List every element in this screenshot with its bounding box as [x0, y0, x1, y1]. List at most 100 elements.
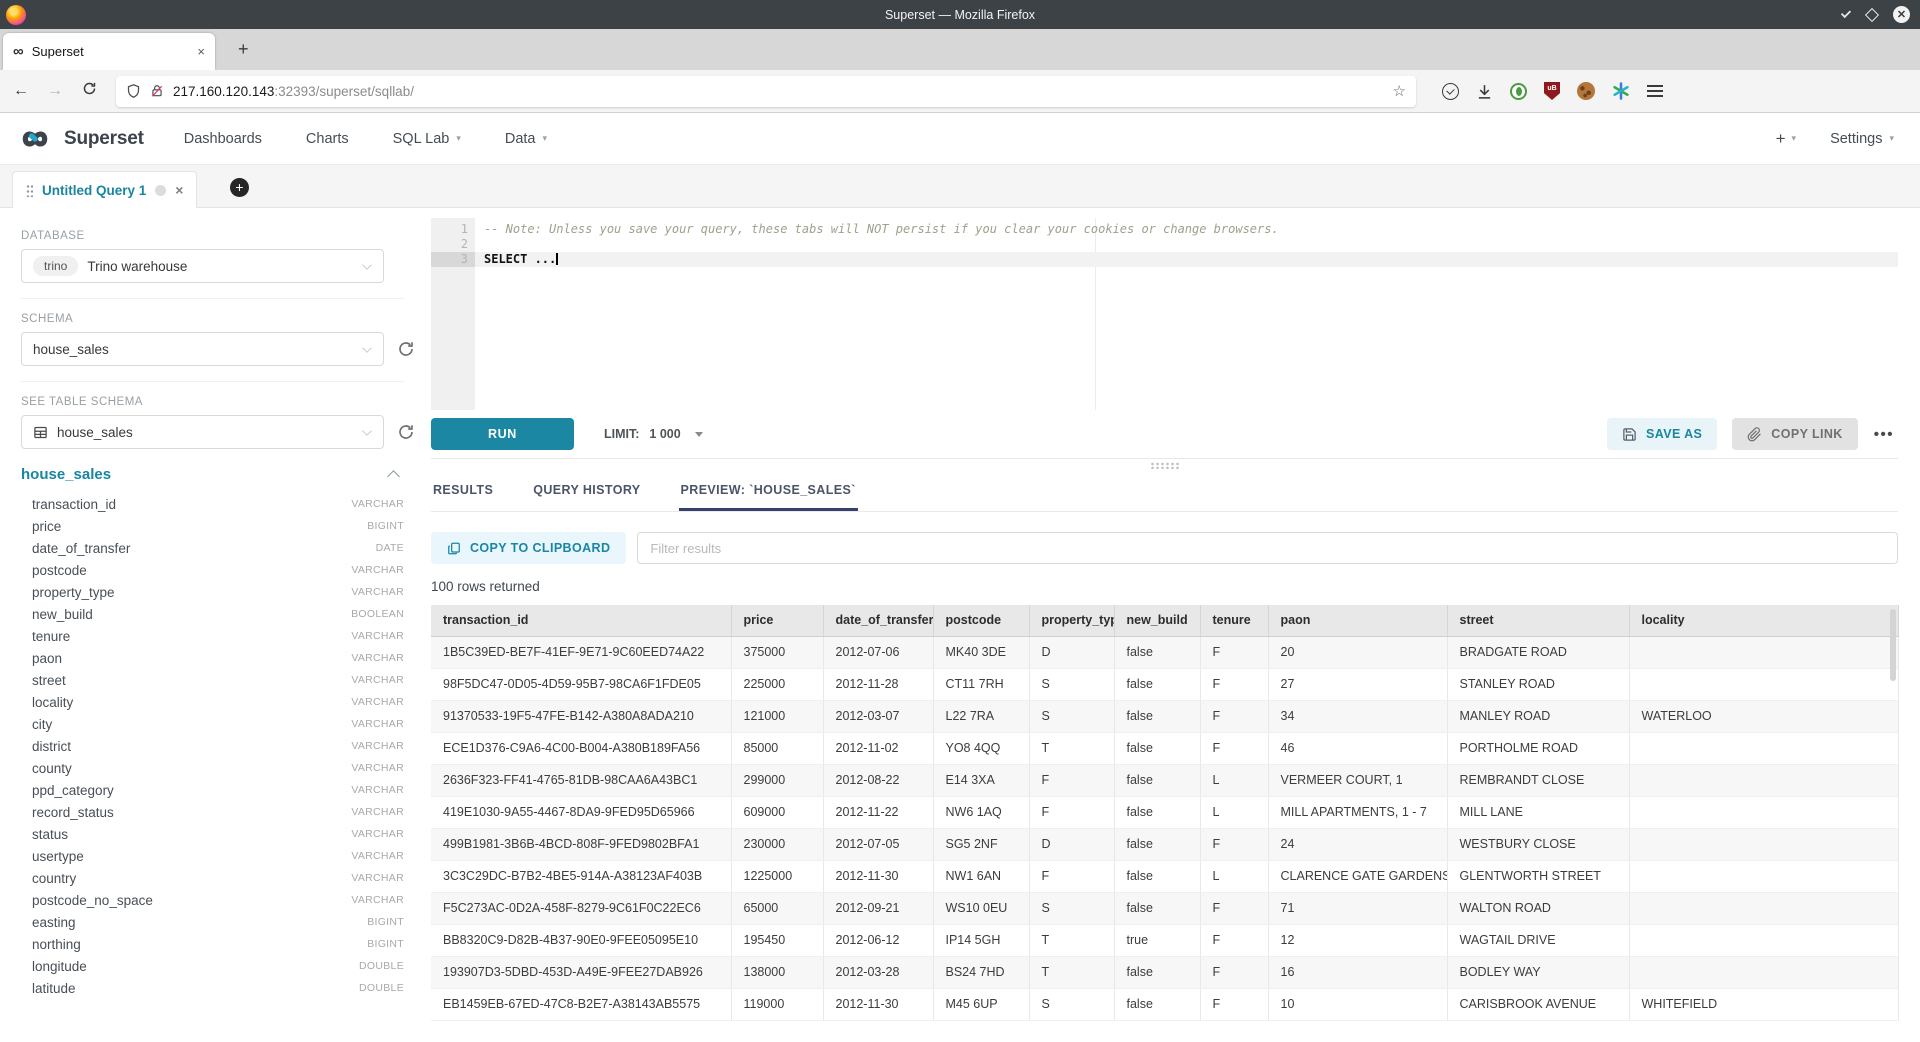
sql-editor[interactable]: 1 2 3 -- Note: Unless you save your quer… [431, 218, 1898, 410]
schema-column-row[interactable]: localityVARCHAR [21, 691, 404, 713]
table-cell: PORTHOLME ROAD [1447, 732, 1629, 764]
schema-column-row[interactable]: longitudeDOUBLE [21, 955, 404, 977]
new-item-button[interactable]: + ▾ [1776, 129, 1796, 149]
results-tab-2[interactable]: PREVIEW: `HOUSE_SALES` [679, 472, 858, 511]
pane-resize-handle[interactable] [431, 458, 1898, 472]
cookie-extension-icon[interactable] [1577, 82, 1595, 100]
drag-handle-icon[interactable] [26, 184, 33, 197]
window-title: Superset — Mozilla Firefox [0, 8, 1920, 22]
chevron-up-icon[interactable] [387, 470, 400, 483]
schema-column-row[interactable]: tenureVARCHAR [21, 625, 404, 647]
schema-column-row[interactable]: countryVARCHAR [21, 867, 404, 889]
database-select[interactable]: trino Trino warehouse [21, 249, 384, 283]
query-tab-active[interactable]: Untitled Query 1 × [12, 171, 197, 208]
column-header-street[interactable]: street [1447, 605, 1629, 636]
save-as-button[interactable]: SAVE AS [1607, 418, 1717, 450]
browser-tab-superset[interactable]: ∞ Superset × [3, 33, 215, 70]
nav-item-sql-lab[interactable]: SQL Lab▾ [393, 131, 461, 147]
column-header-postcode[interactable]: postcode [933, 605, 1029, 636]
schema-column-row[interactable]: priceBIGINT [21, 515, 404, 537]
column-header-property_type[interactable]: property_type [1029, 605, 1114, 636]
column-header-tenure[interactable]: tenure [1200, 605, 1268, 636]
results-tab-1[interactable]: QUERY HISTORY [531, 472, 642, 511]
schema-column-row[interactable]: new_buildBOOLEAN [21, 603, 404, 625]
new-tab-button[interactable]: + [238, 41, 249, 57]
editor-code-area[interactable]: -- Note: Unless you save your query, the… [475, 218, 1898, 410]
schema-column-row[interactable]: record_statusVARCHAR [21, 801, 404, 823]
column-type: VARCHAR [351, 872, 404, 884]
menu-hamburger-icon[interactable] [1647, 85, 1663, 97]
shield-icon[interactable] [126, 83, 141, 99]
table-cell: 1225000 [731, 860, 823, 892]
limit-dropdown[interactable]: LIMIT: 1 000 [604, 427, 703, 441]
table-cell: 499B1981-3B6B-4BCD-808F-9FED9802BFA1 [431, 828, 731, 860]
nav-item-dashboards[interactable]: Dashboards [184, 131, 262, 147]
query-tab-close-icon[interactable]: × [175, 182, 183, 198]
downloads-icon[interactable] [1476, 83, 1493, 100]
nav-item-charts[interactable]: Charts [306, 131, 349, 147]
schema-column-row[interactable]: countyVARCHAR [21, 757, 404, 779]
browser-tab-title: Superset [32, 44, 190, 59]
column-header-price[interactable]: price [731, 605, 823, 636]
schema-column-row[interactable]: eastingBIGINT [21, 911, 404, 933]
schema-column-row[interactable]: property_typeVARCHAR [21, 581, 404, 603]
bookmark-star-icon[interactable]: ☆ [1393, 82, 1406, 100]
column-type: VARCHAR [351, 718, 404, 730]
column-header-paon[interactable]: paon [1268, 605, 1447, 636]
column-name: district [32, 739, 71, 754]
tab-close-icon[interactable]: × [197, 44, 205, 59]
refresh-schema-icon[interactable] [397, 340, 415, 358]
schema-column-row[interactable]: paonVARCHAR [21, 647, 404, 669]
table-cell: BS24 7HD [933, 956, 1029, 988]
schema-column-row[interactable]: usertypeVARCHAR [21, 845, 404, 867]
schema-column-row[interactable]: transaction_idVARCHAR [21, 493, 404, 515]
run-button[interactable]: RUN [431, 418, 574, 450]
privacy-extension-icon[interactable] [1510, 83, 1527, 100]
table-cell: false [1114, 668, 1200, 700]
extension-asterisk-icon[interactable] [1612, 82, 1630, 100]
column-header-locality[interactable]: locality [1629, 605, 1898, 636]
schema-column-row[interactable]: postcodeVARCHAR [21, 559, 404, 581]
schema-column-row[interactable]: latitudeDOUBLE [21, 977, 404, 999]
vertical-scrollbar[interactable] [1890, 609, 1896, 681]
url-host: 217.160.120.143 [173, 84, 274, 99]
column-header-date_of_transfer[interactable]: date_of_transfer [823, 605, 933, 636]
pocket-icon[interactable] [1442, 83, 1459, 100]
column-header-transaction_id[interactable]: transaction_id [431, 605, 731, 636]
table-row: ECE1D376-C9A6-4C00-B004-A380B189FA568500… [431, 732, 1898, 764]
column-type: VARCHAR [351, 828, 404, 840]
table-cell: 2012-07-05 [823, 828, 933, 860]
results-tab-0[interactable]: RESULTS [431, 472, 495, 511]
sql-text: SELECT ... [484, 252, 556, 266]
schema-column-row[interactable]: postcode_no_spaceVARCHAR [21, 889, 404, 911]
ublock-icon[interactable] [1544, 82, 1560, 100]
refresh-table-icon[interactable] [397, 423, 415, 441]
schema-column-row[interactable]: northingBIGINT [21, 933, 404, 955]
back-icon[interactable]: ← [8, 82, 34, 100]
column-header-new_build[interactable]: new_build [1114, 605, 1200, 636]
url-text[interactable]: 217.160.120.143:32393/superset/sqllab/ [173, 84, 1384, 99]
schema-column-row[interactable]: streetVARCHAR [21, 669, 404, 691]
nav-item-data[interactable]: Data▾ [505, 131, 547, 147]
schema-column-row[interactable]: date_of_transferDATE [21, 537, 404, 559]
more-options-icon[interactable]: ••• [1874, 426, 1894, 443]
settings-menu[interactable]: Settings ▾ [1830, 131, 1894, 147]
schema-column-row[interactable]: statusVARCHAR [21, 823, 404, 845]
add-query-tab-button[interactable]: + [230, 178, 249, 197]
forward-icon[interactable]: → [42, 82, 68, 100]
database-value: Trino warehouse [87, 259, 187, 274]
schema-column-row[interactable]: ppd_categoryVARCHAR [21, 779, 404, 801]
filter-results-input[interactable] [637, 532, 1898, 564]
schema-select[interactable]: house_sales [21, 332, 384, 366]
schema-column-row[interactable]: cityVARCHAR [21, 713, 404, 735]
reload-icon[interactable] [76, 81, 102, 101]
lock-disabled-icon[interactable] [150, 83, 164, 99]
chevron-down-icon [362, 343, 372, 353]
copy-to-clipboard-button[interactable]: COPY TO CLIPBOARD [431, 532, 626, 564]
url-bar[interactable]: 217.160.120.143:32393/superset/sqllab/ ☆ [116, 76, 1416, 107]
superset-logo[interactable]: Superset [14, 125, 144, 153]
table-schema-title[interactable]: house_sales [21, 466, 111, 483]
copy-link-button[interactable]: COPY LINK [1732, 418, 1857, 450]
table-select[interactable]: house_sales [21, 415, 384, 449]
schema-column-row[interactable]: districtVARCHAR [21, 735, 404, 757]
